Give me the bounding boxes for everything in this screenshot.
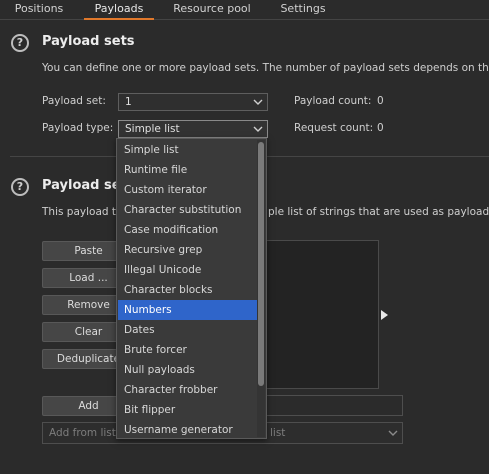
chevron-down-icon bbox=[388, 430, 398, 436]
dropdown-option[interactable]: Recursive grep bbox=[118, 240, 257, 260]
dropdown-option[interactable]: Simple list bbox=[118, 140, 257, 160]
dropdown-option[interactable]: Null payloads bbox=[118, 360, 257, 380]
help-icon[interactable]: ? bbox=[11, 178, 29, 196]
dropdown-option[interactable]: Character frobber bbox=[118, 380, 257, 400]
add-item-input[interactable] bbox=[256, 395, 403, 416]
payload-list[interactable] bbox=[256, 240, 379, 389]
arrow-right-icon bbox=[381, 310, 388, 320]
payload-set-select[interactable]: 1 bbox=[118, 93, 268, 111]
intruder-payloads-panel: Positions Payloads Resource pool Setting… bbox=[0, 0, 489, 474]
payload-type-select[interactable]: Simple list bbox=[118, 120, 268, 138]
dropdown-scrollbar[interactable] bbox=[257, 140, 265, 437]
chevron-down-icon bbox=[253, 99, 263, 105]
add-from-list-placeholder: Add from list bbox=[49, 427, 116, 439]
payload-count-value: 0 bbox=[377, 95, 384, 107]
dropdown-option[interactable]: Numbers bbox=[118, 300, 257, 320]
dropdown-option[interactable]: Username generator bbox=[118, 420, 257, 438]
dropdown-option[interactable]: Dates bbox=[118, 320, 257, 340]
request-count-value: 0 bbox=[377, 122, 384, 134]
dropdown-option[interactable]: Illegal Unicode bbox=[118, 260, 257, 280]
help-icon[interactable]: ? bbox=[11, 34, 29, 52]
dropdown-option[interactable]: Runtime file bbox=[118, 160, 257, 180]
add-from-list-placeholder-tail: list bbox=[270, 427, 286, 439]
tab-positions[interactable]: Positions bbox=[6, 0, 72, 19]
payload-settings-description-right: ple list of strings that are used as pay… bbox=[268, 206, 489, 218]
payload-sets-description: You can define one or more payload sets.… bbox=[42, 62, 489, 74]
payload-set-value: 1 bbox=[125, 96, 132, 108]
payload-count-label: Payload count: bbox=[294, 95, 372, 107]
payload-type-value: Simple list bbox=[125, 123, 180, 135]
payload-settings-description-left: This payload t bbox=[42, 206, 117, 218]
section-title-payload-settings: Payload set bbox=[42, 178, 127, 193]
tab-payloads[interactable]: Payloads bbox=[84, 0, 154, 20]
chevron-down-icon bbox=[253, 126, 263, 132]
tab-bar: Positions Payloads Resource pool Setting… bbox=[0, 0, 489, 20]
payload-set-label: Payload set: bbox=[42, 95, 106, 107]
dropdown-option[interactable]: Custom iterator bbox=[118, 180, 257, 200]
tab-resource-pool[interactable]: Resource pool bbox=[166, 0, 258, 19]
dropdown-scrollbar-thumb[interactable] bbox=[258, 142, 264, 386]
dropdown-option[interactable]: Character blocks bbox=[118, 280, 257, 300]
dropdown-option[interactable]: Case modification bbox=[118, 220, 257, 240]
dropdown-option[interactable]: Brute forcer bbox=[118, 340, 257, 360]
tab-settings[interactable]: Settings bbox=[272, 0, 334, 19]
payload-type-label: Payload type: bbox=[42, 122, 114, 134]
dropdown-option[interactable]: Bit flipper bbox=[118, 400, 257, 420]
payload-type-dropdown: Simple list Runtime file Custom iterator Ch… bbox=[116, 138, 267, 439]
dropdown-option[interactable]: Character substitution bbox=[118, 200, 257, 220]
section-title-payload-sets: Payload sets bbox=[42, 34, 135, 49]
request-count-label: Request count: bbox=[294, 122, 374, 134]
